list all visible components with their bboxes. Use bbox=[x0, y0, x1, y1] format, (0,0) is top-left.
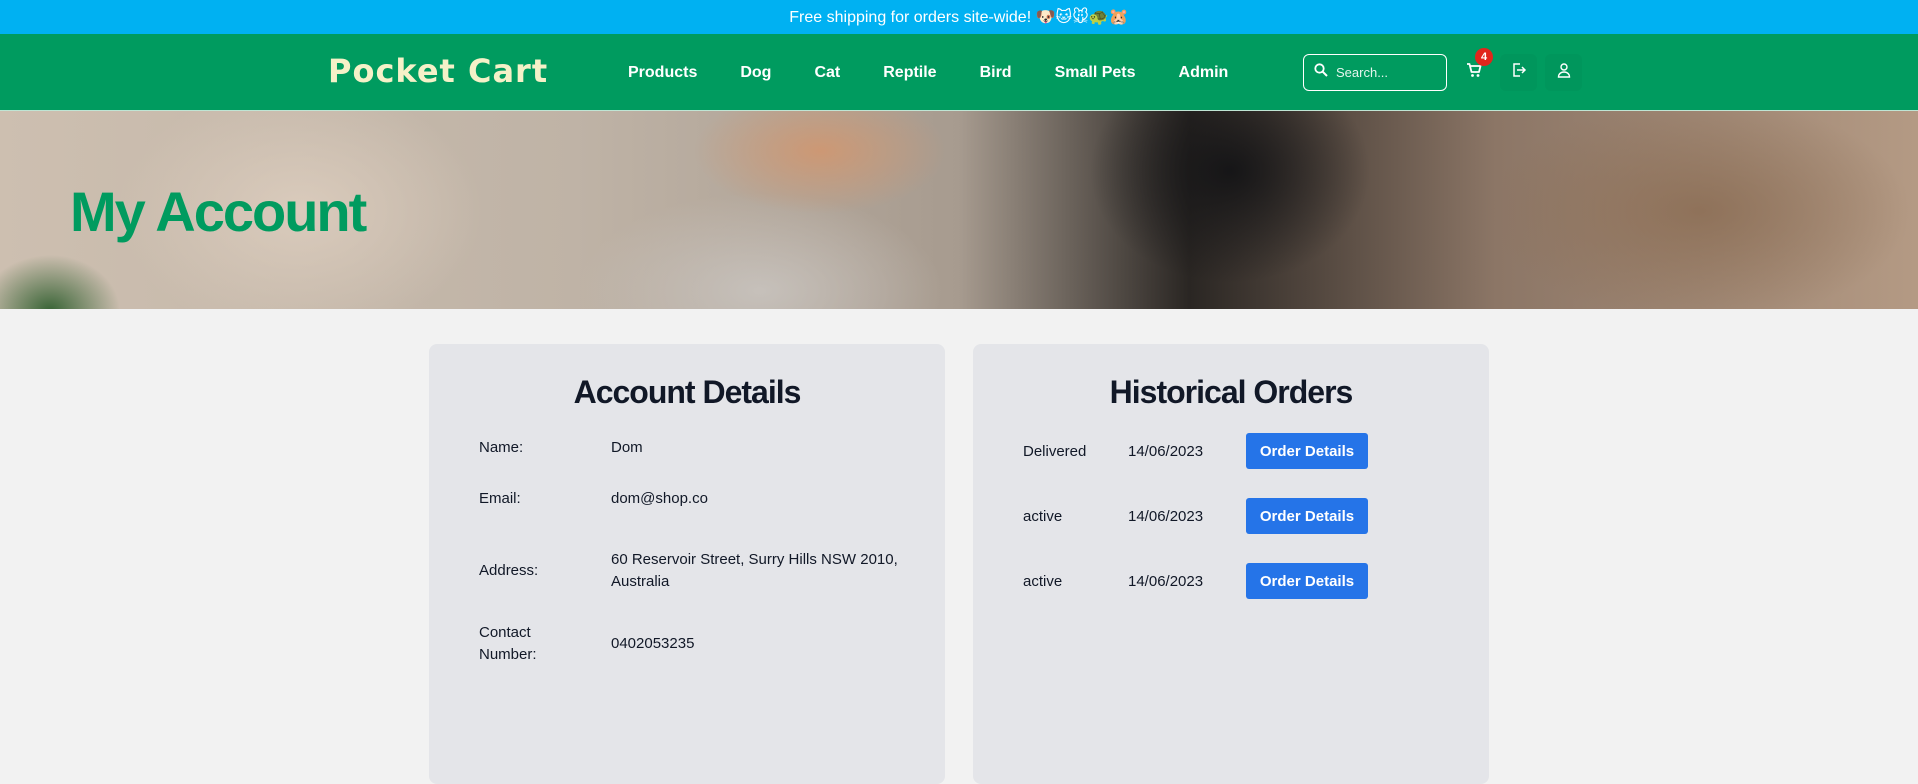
detail-label: Address: bbox=[479, 562, 539, 579]
site-logo[interactable]: Pocket Cart bbox=[328, 52, 548, 90]
detail-row-contact: Contact Number: 0402053235 bbox=[479, 622, 945, 666]
nav-small-pets[interactable]: Small Pets bbox=[1055, 64, 1136, 82]
detail-row-email: Email: dom@shop.co bbox=[479, 488, 945, 510]
order-date: 14/06/2023 bbox=[1128, 507, 1204, 525]
account-details-title: Account Details bbox=[573, 374, 802, 410]
nav-dog[interactable]: Dog bbox=[740, 64, 771, 82]
historical-orders-card: Historical Orders Delivered 14/06/2023 O… bbox=[973, 344, 1489, 784]
detail-label: Name: bbox=[479, 439, 524, 456]
cart-button[interactable]: 4 bbox=[1455, 48, 1493, 91]
nav-cat[interactable]: Cat bbox=[814, 64, 840, 82]
order-status: active bbox=[1023, 507, 1063, 525]
detail-row-address: Address: 60 Reservoir Street, Surry Hill… bbox=[479, 549, 945, 593]
detail-value: dom@shop.co bbox=[611, 490, 708, 507]
order-row: Delivered 14/06/2023 Order Details bbox=[1023, 433, 1489, 469]
detail-row-name: Name: Dom bbox=[479, 437, 945, 459]
account-button[interactable] bbox=[1545, 54, 1582, 91]
account-details-card: Account Details Name: Dom Email: dom@sho… bbox=[429, 344, 945, 784]
nav-products[interactable]: Products bbox=[628, 64, 697, 82]
promo-banner: Free shipping for orders site-wide! 🐶🐱🐭🐢… bbox=[0, 0, 1918, 34]
promo-text: Free shipping for orders site-wide! 🐶🐱🐭🐢… bbox=[789, 9, 1129, 26]
order-row: active 14/06/2023 Order Details bbox=[1023, 498, 1489, 534]
order-date: 14/06/2023 bbox=[1128, 572, 1204, 590]
main-nav: Products Dog Cat Reptile Bird Small Pets… bbox=[628, 34, 1271, 111]
detail-label: Contact Number: bbox=[479, 624, 537, 663]
order-row: active 14/06/2023 Order Details bbox=[1023, 563, 1489, 599]
user-icon bbox=[1556, 62, 1572, 83]
nav-reptile[interactable]: Reptile bbox=[883, 64, 936, 82]
search-box[interactable] bbox=[1303, 54, 1447, 91]
order-details-button[interactable]: Order Details bbox=[1246, 498, 1368, 534]
nav-admin[interactable]: Admin bbox=[1179, 64, 1229, 82]
historical-orders-title: Historical Orders bbox=[1109, 374, 1354, 410]
search-input[interactable] bbox=[1336, 65, 1436, 80]
account-cards: Account Details Name: Dom Email: dom@sho… bbox=[429, 344, 1489, 784]
logout-icon bbox=[1511, 62, 1527, 83]
order-date: 14/06/2023 bbox=[1128, 442, 1204, 460]
cart-count-badge: 4 bbox=[1475, 48, 1493, 66]
orders-list: Delivered 14/06/2023 Order Details activ… bbox=[973, 433, 1489, 599]
order-details-button[interactable]: Order Details bbox=[1246, 563, 1368, 599]
page-title: My Account bbox=[70, 180, 367, 243]
hero-banner: My Account bbox=[0, 111, 1918, 309]
detail-value: 60 Reservoir Street, Surry Hills NSW 201… bbox=[611, 551, 898, 590]
top-navbar: Pocket Cart Products Dog Cat Reptile Bir… bbox=[0, 34, 1918, 111]
detail-value: 0402053235 bbox=[611, 635, 695, 652]
order-details-button[interactable]: Order Details bbox=[1246, 433, 1368, 469]
order-status: Delivered bbox=[1023, 442, 1087, 460]
nav-bird[interactable]: Bird bbox=[980, 64, 1012, 82]
order-status: active bbox=[1023, 572, 1063, 590]
cart-icon bbox=[1466, 62, 1482, 83]
account-details-list: Name: Dom Email: dom@shop.co Address: 60… bbox=[429, 437, 945, 666]
detail-label: Email: bbox=[479, 490, 521, 507]
search-icon bbox=[1314, 63, 1328, 82]
logout-button[interactable] bbox=[1500, 54, 1537, 91]
detail-value: Dom bbox=[611, 439, 643, 456]
